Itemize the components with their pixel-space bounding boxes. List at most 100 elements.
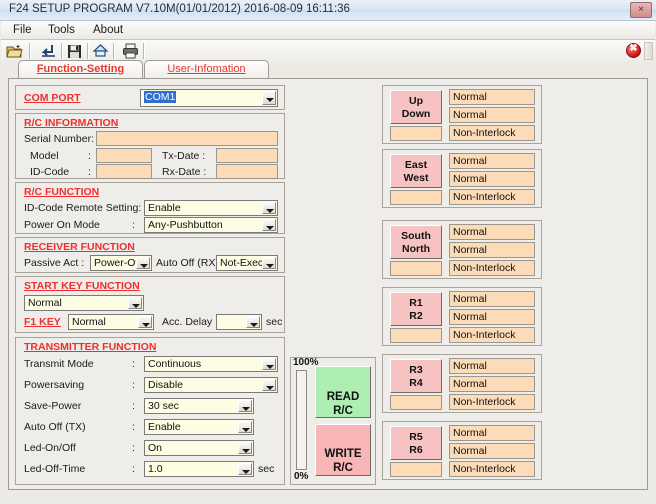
south-north-line2: North [402,242,430,255]
east-west-button[interactable]: East West [390,154,442,188]
write-rc-line2: R/C [333,462,353,474]
toolbar-scroll-grip[interactable] [644,42,653,60]
save-power-select[interactable]: 30 sec [144,398,254,414]
r1-r2-value-3[interactable]: Non-Interlock [449,327,535,343]
direction-panel-south-north: South North Normal Normal Non-Interlock [382,220,542,279]
chevron-down-icon[interactable] [262,202,276,214]
upload-icon[interactable] [91,42,110,60]
r1-r2-value-2[interactable]: Normal [449,309,535,325]
up-down-value-1-text: Normal [453,91,487,103]
download-icon[interactable] [39,42,58,60]
power-on-mode-label: Power On Mode [24,219,100,231]
tx-date-field[interactable] [216,148,278,163]
chevron-down-icon[interactable] [238,442,252,454]
power-on-mode-colon: : [132,219,135,231]
east-west-value-3[interactable]: Non-Interlock [449,189,535,205]
rx-date-field[interactable] [216,164,278,179]
east-west-field[interactable] [390,190,442,205]
chevron-down-icon[interactable] [262,358,276,370]
save-icon[interactable] [65,42,84,60]
up-down-value-2[interactable]: Normal [449,107,535,123]
chevron-down-icon[interactable] [262,257,276,269]
r3-r4-value-3[interactable]: Non-Interlock [449,394,535,410]
south-north-button[interactable]: South North [390,225,442,259]
r5-r6-button[interactable]: R5 R6 [390,426,442,460]
up-down-button[interactable]: Up Down [390,90,442,124]
id-code-label: ID-Code [30,166,70,178]
model-field[interactable] [96,148,152,163]
r3-r4-field[interactable] [390,395,442,410]
chevron-down-icon[interactable] [262,379,276,391]
up-down-value-1[interactable]: Normal [449,89,535,105]
serial-number-field[interactable] [96,131,278,146]
r5-r6-value-1-text: Normal [453,427,487,439]
menu-item-tools[interactable]: Tools [42,23,81,38]
south-north-value-3[interactable]: Non-Interlock [449,260,535,276]
chevron-down-icon[interactable] [238,400,252,412]
toolbar-close-button[interactable]: ✖ [626,43,641,58]
tab-user-information[interactable]: User-Infomation [144,60,269,79]
r5-r6-field[interactable] [390,462,442,477]
id-code-colon: : [88,166,91,178]
r1-r2-field[interactable] [390,328,442,343]
transmit-mode-select[interactable]: Continuous [144,356,278,372]
tab-function-setting[interactable]: Function-Setting [18,60,143,79]
led-on-off-select[interactable]: On [144,440,254,456]
window-close-button[interactable]: × [630,2,652,18]
east-west-value-2[interactable]: Normal [449,171,535,187]
chevron-down-icon[interactable] [262,91,276,105]
r3-r4-value-2[interactable]: Normal [449,376,535,392]
read-rc-button[interactable]: READ R/C [315,366,371,418]
auto-off-tx-select[interactable]: Enable [144,419,254,435]
print-icon[interactable] [121,42,140,60]
transmit-mode-value: Continuous [148,358,202,370]
menu-item-about[interactable]: About [87,23,129,38]
up-down-value-3[interactable]: Non-Interlock [449,125,535,141]
powersaving-select[interactable]: Disable [144,377,278,393]
model-colon: : [88,150,91,162]
auto-off-rx-select[interactable]: Not-Execut [216,255,278,271]
led-off-time-label: Led-Off-Time [24,463,86,475]
chevron-down-icon[interactable] [128,297,142,309]
chevron-down-icon[interactable] [246,316,260,328]
powersaving-label: Powersaving [24,379,85,391]
toolbar-separator-2 [61,43,63,59]
chevron-down-icon[interactable] [238,463,252,475]
title-bar: F24 SETUP PROGRAM V7.10M(01/01/2012) 201… [0,0,656,21]
menu-bar: File Tools About [1,21,655,40]
led-off-time-select[interactable]: 1.0 [144,461,254,477]
com-port-select[interactable]: COM1 [140,89,278,107]
chevron-down-icon[interactable] [136,257,150,269]
open-folder-icon[interactable] [5,42,24,60]
passive-act-select[interactable]: Power-Off [90,255,152,271]
up-down-field[interactable] [390,126,442,141]
south-north-value-2[interactable]: Normal [449,242,535,258]
r5-r6-value-3[interactable]: Non-Interlock [449,461,535,477]
write-rc-button[interactable]: WRITE R/C [315,424,371,476]
f1-key-select[interactable]: Normal [68,314,154,330]
chevron-down-icon[interactable] [238,421,252,433]
power-on-mode-select[interactable]: Any-Pushbutton [144,217,278,233]
r5-r6-value-1[interactable]: Normal [449,425,535,441]
r3-r4-value-1[interactable]: Normal [449,358,535,374]
acc-delay-select[interactable] [216,314,262,330]
r1-r2-value-1[interactable]: Normal [449,291,535,307]
led-on-off-colon: : [132,442,135,454]
menu-item-file[interactable]: File [7,23,38,38]
com-port-group: COM PORT COM1 [15,85,285,110]
com-port-value: COM1 [144,91,177,103]
south-north-field[interactable] [390,261,442,276]
r3-r4-button[interactable]: R3 R4 [390,359,442,393]
east-west-value-1[interactable]: Normal [449,153,535,169]
south-north-value-1[interactable]: Normal [449,224,535,240]
chevron-down-icon[interactable] [262,219,276,231]
r5-r6-value-2[interactable]: Normal [449,443,535,459]
r1-r2-button[interactable]: R1 R2 [390,292,442,326]
start-key-select[interactable]: Normal [24,295,144,311]
close-icon: × [638,4,644,15]
chevron-down-icon[interactable] [138,316,152,328]
id-code-remote-setting-select[interactable]: Enable [144,200,278,216]
tab-content-function-setting: COM PORT COM1 R/C INFORMATION Serial Num… [8,78,648,490]
transmit-mode-colon: : [132,358,135,370]
id-code-field[interactable] [96,164,152,179]
